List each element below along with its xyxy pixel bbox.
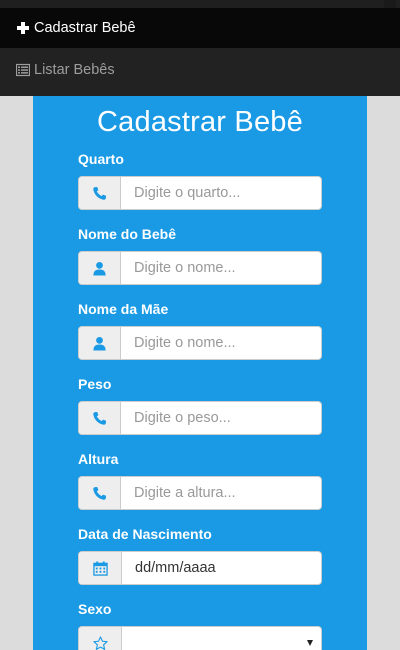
field-label: Data de Nascimento [78,526,212,542]
calendar-icon [79,552,122,584]
peso-input[interactable] [121,402,321,434]
star-icon [79,627,122,650]
window-top-strip [0,0,400,8]
field-data-nascimento: Data de Nascimento dd/mm/aaaa [78,524,322,585]
field-altura: Altura [78,449,322,510]
user-icon [79,252,121,284]
field-sexo: Sexo [78,599,322,650]
phone-icon [79,477,121,509]
input-group [78,401,322,435]
field-label: Sexo [78,601,112,617]
field-nome-bebe: Nome do Bebê [78,224,322,285]
window-corner [384,0,396,8]
field-peso: Peso [78,374,322,435]
plus-icon [17,22,29,34]
nav-item-label: Listar Bebês [34,62,115,78]
sexo-select[interactable] [122,627,321,650]
data-nascimento-input[interactable]: dd/mm/aaaa [122,552,321,584]
field-label: Nome do Bebê [78,226,177,242]
chevron-down-icon [307,640,313,646]
input-group [78,476,322,510]
form-panel: Cadastrar Bebê Quarto Nome do Bebê Nome … [33,96,367,650]
field-label: Nome da Mãe [78,301,169,317]
nome-bebe-input[interactable] [121,252,321,284]
nav-item-listar[interactable]: Listar Bebês [0,48,400,92]
user-icon [79,327,121,359]
field-quarto: Quarto [78,149,322,210]
nav-item-label: Cadastrar Bebê [34,20,136,36]
input-group [78,176,322,210]
phone-icon [79,402,121,434]
altura-input[interactable] [121,477,321,509]
field-label: Altura [78,451,119,467]
input-group [78,626,322,650]
phone-icon [79,177,121,209]
input-group [78,251,322,285]
navbar: Cadastrar Bebê Listar Bebês [0,8,400,96]
nome-mae-input[interactable] [121,327,321,359]
field-label: Quarto [78,151,124,167]
list-icon [16,63,30,77]
quarto-input[interactable] [121,177,321,209]
input-group [78,326,322,360]
field-label: Peso [78,376,112,392]
input-group: dd/mm/aaaa [78,551,322,585]
page-title: Cadastrar Bebê [97,106,303,138]
field-nome-mae: Nome da Mãe [78,299,322,360]
nav-item-cadastrar[interactable]: Cadastrar Bebê [0,8,400,48]
